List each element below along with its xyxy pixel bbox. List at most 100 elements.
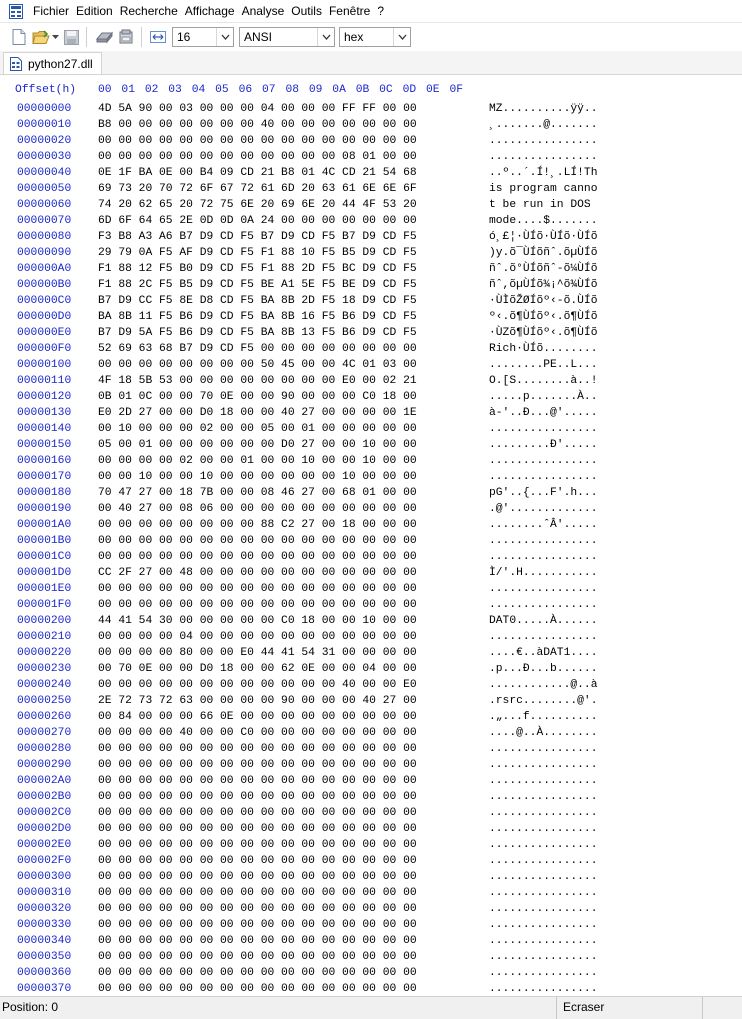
row-text[interactable]: ·ÙÌõŽØÍõº‹-õ.ÙÍõ xyxy=(489,295,597,307)
hex-row[interactable]: 00000130 E0 2D 27 00 00 D0 18 00 00 40 27… xyxy=(0,407,742,423)
hex-row[interactable]: 00000170 00 00 10 00 00 10 00 00 00 00 00… xyxy=(0,471,742,487)
row-hex-bytes[interactable]: 00 00 00 00 80 00 00 E0 44 41 54 31 00 0… xyxy=(98,647,417,659)
row-text[interactable]: ................ xyxy=(489,951,597,963)
hex-row[interactable]: 00000150 05 00 01 00 00 00 00 00 00 D0 27… xyxy=(0,439,742,455)
row-hex-bytes[interactable]: 00 00 00 00 04 00 00 00 00 00 00 00 00 0… xyxy=(98,631,417,643)
hex-row[interactable]: 00000110 4F 18 5B 53 00 00 00 00 00 00 00… xyxy=(0,375,742,391)
hex-row[interactable]: 00000340 00 00 00 00 00 00 00 00 00 00 00… xyxy=(0,935,742,951)
hex-row[interactable]: 00000050 69 73 20 70 72 6F 67 72 61 6D 20… xyxy=(0,183,742,199)
hxd-app-icon[interactable] xyxy=(9,3,23,19)
row-hex-bytes[interactable]: 00 00 00 00 00 00 00 00 00 00 00 00 00 0… xyxy=(98,919,417,931)
hex-row[interactable]: 00000280 00 00 00 00 00 00 00 00 00 00 00… xyxy=(0,743,742,759)
row-text[interactable]: Rich·ÙÍõ........ xyxy=(489,343,597,355)
row-hex-bytes[interactable]: 00 70 0E 00 00 D0 18 00 00 62 0E 00 00 0… xyxy=(98,663,417,675)
chevron-down-icon[interactable] xyxy=(52,34,59,40)
hex-editor-view[interactable]: Offset(h) 00 01 02 03 04 05 06 07 08 09 0A 0B 0C 0D 0E… xyxy=(0,75,742,993)
hex-row[interactable]: 000002D0 00 00 00 00 00 00 00 00 00 00 00… xyxy=(0,823,742,839)
hex-row[interactable]: 00000230 00 70 0E 00 00 D0 18 00 00 62 0E… xyxy=(0,663,742,679)
row-text[interactable]: .........Ð'..... xyxy=(489,439,597,451)
hex-row[interactable]: 000002E0 00 00 00 00 00 00 00 00 00 00 00… xyxy=(0,839,742,855)
row-hex-bytes[interactable]: 4F 18 5B 53 00 00 00 00 00 00 00 00 E0 0… xyxy=(98,375,417,387)
row-text[interactable]: .@'............. xyxy=(489,503,597,515)
row-text[interactable]: ñˆ.õ°ÙÍõñˆ-õ¼ÙÍõ xyxy=(489,263,597,275)
row-hex-bytes[interactable]: 2E 72 73 72 63 00 00 00 00 90 00 00 00 4… xyxy=(98,695,417,707)
hex-row[interactable]: 000000D0 BA 8B 11 F5 B6 D9 CD F5 BA 8B 16… xyxy=(0,311,742,327)
row-text[interactable]: ................ xyxy=(489,599,597,611)
row-hex-bytes[interactable]: B7 D9 5A F5 B6 D9 CD F5 BA 8B 13 F5 B6 D… xyxy=(98,327,417,339)
row-hex-bytes[interactable]: 00 00 00 00 00 00 00 00 00 00 00 00 00 0… xyxy=(98,887,417,899)
row-hex-bytes[interactable]: 00 00 00 00 00 00 00 00 00 00 00 00 00 0… xyxy=(98,791,417,803)
row-text[interactable]: ................ xyxy=(489,871,597,883)
row-hex-bytes[interactable]: 70 47 27 00 18 7B 00 00 08 46 27 00 68 0… xyxy=(98,487,417,499)
hex-row[interactable]: 000000A0 F1 88 12 F5 B0 D9 CD F5 F1 88 2D… xyxy=(0,263,742,279)
hex-row[interactable]: 000001A0 00 00 00 00 00 00 00 00 88 C2 27… xyxy=(0,519,742,535)
row-text[interactable]: ....@..À........ xyxy=(489,727,597,739)
row-text[interactable]: ·ÙZõ¶ÙÍõº‹.õ¶ÙÍõ xyxy=(489,327,597,339)
row-hex-bytes[interactable]: 00 00 00 00 00 00 00 00 00 00 00 00 00 0… xyxy=(98,807,417,819)
row-text[interactable]: pG'..{...F'.h... xyxy=(489,487,597,499)
row-hex-bytes[interactable]: 00 00 00 00 00 00 00 00 00 00 00 00 40 0… xyxy=(98,679,417,691)
row-text[interactable]: ........ˆÂ'..... xyxy=(489,519,597,531)
row-hex-bytes[interactable]: 29 79 0A F5 AF D9 CD F5 F1 88 10 F5 B5 D… xyxy=(98,247,417,259)
hex-row[interactable]: 000001B0 00 00 00 00 00 00 00 00 00 00 00… xyxy=(0,535,742,551)
row-text[interactable]: .p...Ð...b...... xyxy=(489,663,597,675)
row-text[interactable]: ................ xyxy=(489,935,597,947)
open-file-button[interactable] xyxy=(31,27,51,47)
row-hex-bytes[interactable]: 00 84 00 00 00 66 0E 00 00 00 00 00 00 0… xyxy=(98,711,417,723)
status-edit-mode[interactable]: Ecraser xyxy=(563,1000,604,1014)
row-text[interactable]: ¸.......@....... xyxy=(489,119,597,131)
hex-row[interactable]: 000001D0 CC 2F 27 00 48 00 00 00 00 00 00… xyxy=(0,567,742,583)
row-hex-bytes[interactable]: 69 73 20 70 72 6F 67 72 61 6D 20 63 61 6… xyxy=(98,183,417,195)
row-hex-bytes[interactable]: B7 D9 CC F5 8E D8 CD F5 BA 8B 2D F5 18 D… xyxy=(98,295,417,307)
hex-row[interactable]: 00000000 4D 5A 90 00 03 00 00 00 04 00 00… xyxy=(0,103,742,119)
row-hex-bytes[interactable]: 00 00 10 00 00 10 00 00 00 00 00 00 10 0… xyxy=(98,471,417,483)
row-text[interactable]: ........PE..L... xyxy=(489,359,597,371)
hex-row[interactable]: 00000030 00 00 00 00 00 00 00 00 00 00 00… xyxy=(0,151,742,167)
row-text[interactable]: O.[S........à..! xyxy=(489,375,597,387)
row-text[interactable]: ................ xyxy=(489,151,597,163)
row-text[interactable]: ................ xyxy=(489,759,597,771)
row-hex-bytes[interactable]: 00 00 00 00 00 00 00 00 00 00 00 00 00 0… xyxy=(98,583,417,595)
row-hex-bytes[interactable]: 00 00 00 00 40 00 00 C0 00 00 00 00 00 0… xyxy=(98,727,417,739)
row-text[interactable]: ................ xyxy=(489,855,597,867)
hex-row[interactable]: 00000320 00 00 00 00 00 00 00 00 00 00 00… xyxy=(0,903,742,919)
hex-row[interactable]: 00000270 00 00 00 00 40 00 00 C0 00 00 00… xyxy=(0,727,742,743)
hex-row[interactable]: 000001F0 00 00 00 00 00 00 00 00 00 00 00… xyxy=(0,599,742,615)
row-hex-bytes[interactable]: 74 20 62 65 20 72 75 6E 20 69 6E 20 44 4… xyxy=(98,199,417,211)
hex-row[interactable]: 00000260 00 84 00 00 00 66 0E 00 00 00 00… xyxy=(0,711,742,727)
row-hex-bytes[interactable]: 00 00 00 00 00 00 00 00 00 00 00 00 00 0… xyxy=(98,903,417,915)
menu-fenetre[interactable]: Fenêtre xyxy=(326,0,373,22)
menu-edition[interactable]: Edition xyxy=(73,0,116,22)
row-text[interactable]: ................ xyxy=(489,423,597,435)
hex-row[interactable]: 00000160 00 00 00 00 02 00 00 01 00 00 10… xyxy=(0,455,742,471)
row-hex-bytes[interactable]: 00 00 00 00 00 00 00 00 00 00 00 00 00 0… xyxy=(98,759,417,771)
row-text[interactable]: ................ xyxy=(489,903,597,915)
row-text[interactable]: ................ xyxy=(489,967,597,979)
tab-python27-dll[interactable]: python27.dll xyxy=(3,52,102,74)
row-hex-bytes[interactable]: 52 69 63 68 B7 D9 CD F5 00 00 00 00 00 0… xyxy=(98,343,417,355)
hex-row[interactable]: 000002C0 00 00 00 00 00 00 00 00 00 00 00… xyxy=(0,807,742,823)
row-text[interactable]: ó¸£¦·ÙÍõ·ÙÍõ·ÙÍõ xyxy=(489,231,597,243)
row-hex-bytes[interactable]: 00 00 00 00 00 00 00 00 00 00 00 00 00 0… xyxy=(98,551,417,563)
row-hex-bytes[interactable]: 00 00 00 00 00 00 00 00 00 00 00 00 00 0… xyxy=(98,839,417,851)
hex-row[interactable]: 00000250 2E 72 73 72 63 00 00 00 00 90 00… xyxy=(0,695,742,711)
row-text[interactable]: .rsrc........@'. xyxy=(489,695,597,707)
row-hex-bytes[interactable]: 00 40 27 00 08 06 00 00 00 00 00 00 00 0… xyxy=(98,503,417,515)
row-text[interactable]: ................ xyxy=(489,983,597,993)
hex-row[interactable]: 00000370 00 00 00 00 00 00 00 00 00 00 00… xyxy=(0,983,742,993)
row-text[interactable]: ................ xyxy=(489,887,597,899)
row-text[interactable]: ............@..à xyxy=(489,679,597,691)
row-hex-bytes[interactable]: BA 8B 11 F5 B6 D9 CD F5 BA 8B 16 F5 B6 D… xyxy=(98,311,417,323)
row-text[interactable]: ................ xyxy=(489,471,597,483)
row-text[interactable]: MZ..........ÿÿ.. xyxy=(489,103,597,115)
hex-row[interactable]: 00000020 00 00 00 00 00 00 00 00 00 00 00… xyxy=(0,135,742,151)
hex-row[interactable]: 00000290 00 00 00 00 00 00 00 00 00 00 00… xyxy=(0,759,742,775)
row-text[interactable]: ................ xyxy=(489,535,597,547)
chevron-down-icon[interactable] xyxy=(216,28,233,46)
row-hex-bytes[interactable]: B8 00 00 00 00 00 00 00 40 00 00 00 00 0… xyxy=(98,119,417,131)
row-text[interactable]: DAT0.....À...... xyxy=(489,615,597,627)
menu-outils[interactable]: Outils xyxy=(288,0,325,22)
row-hex-bytes[interactable]: F1 88 2C F5 B5 D9 CD F5 BE A1 5E F5 BE D… xyxy=(98,279,417,291)
row-text[interactable]: ................ xyxy=(489,631,597,643)
row-hex-bytes[interactable]: 00 00 00 00 00 00 00 00 00 00 00 00 00 0… xyxy=(98,951,417,963)
